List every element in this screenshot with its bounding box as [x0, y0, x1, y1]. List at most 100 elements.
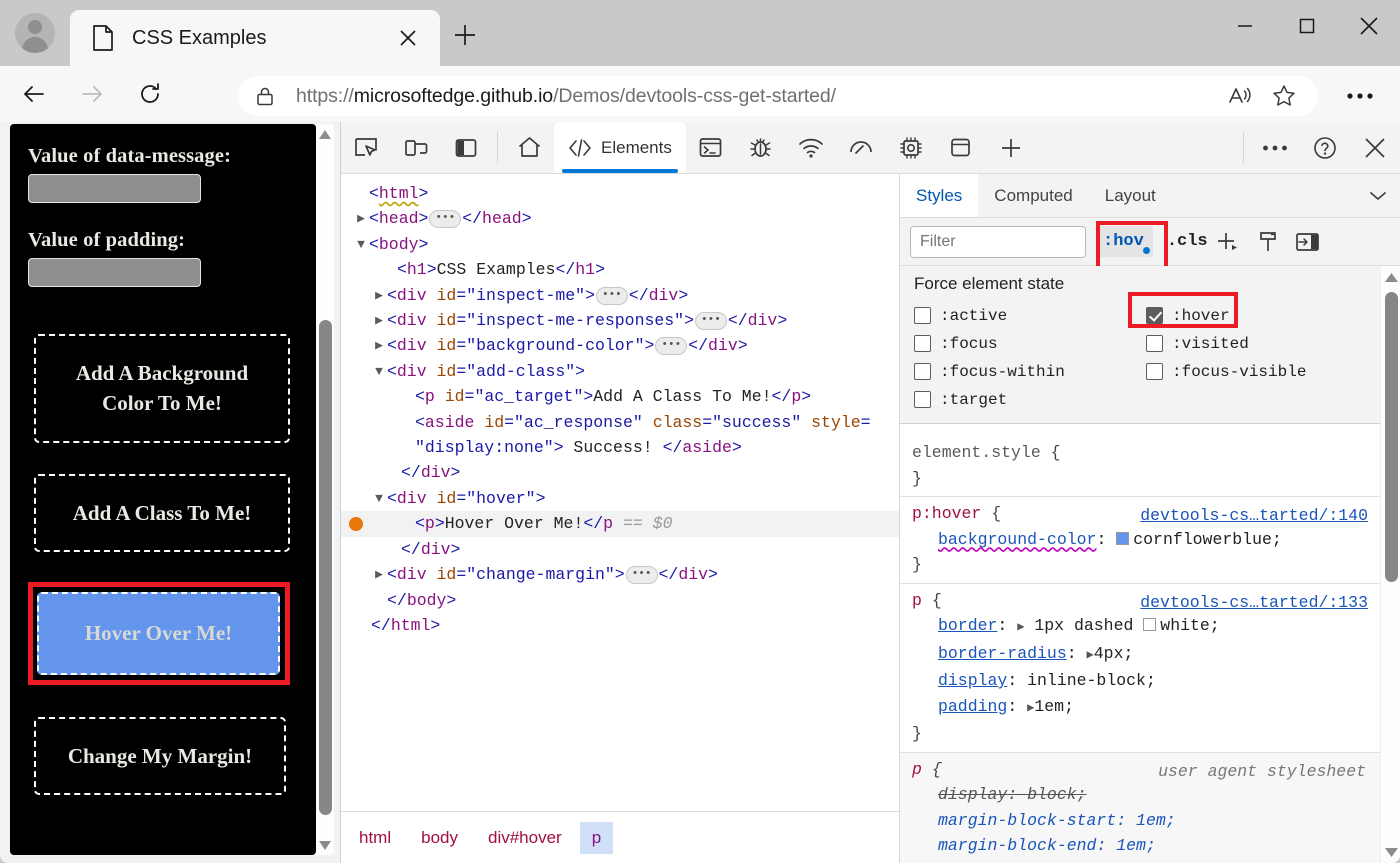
- scrollbar-thumb[interactable]: [1385, 292, 1398, 582]
- css-rule-user-agent[interactable]: p { user agent stylesheet display: block…: [900, 753, 1380, 863]
- collapsed-children-icon[interactable]: •••: [596, 287, 628, 305]
- print-media-button[interactable]: [1248, 225, 1288, 259]
- dom-line-selected[interactable]: <p>Hover Over Me!</p == $0: [341, 511, 899, 536]
- dom-line[interactable]: "display:none"> Success! </aside>: [341, 435, 899, 460]
- css-declaration[interactable]: background-color: cornflowerblue;: [912, 527, 1380, 553]
- checkbox-unchecked-icon[interactable]: [1146, 363, 1163, 380]
- page-scrollbar[interactable]: [316, 124, 334, 855]
- welcome-home-button[interactable]: [504, 122, 554, 173]
- add-panel-button[interactable]: [986, 122, 1036, 173]
- dom-line[interactable]: ▼<body>: [341, 232, 899, 257]
- tab-network[interactable]: [786, 122, 836, 173]
- dom-line[interactable]: ▶<head>•••</head>: [341, 206, 899, 231]
- force-state-toggle-button[interactable]: :hov: [1096, 226, 1153, 257]
- breadcrumb-item-html[interactable]: html: [347, 822, 403, 854]
- checkbox-unchecked-icon[interactable]: [914, 363, 931, 380]
- dom-line[interactable]: </div>: [341, 537, 899, 562]
- declaration-value[interactable]: inline-block: [1027, 671, 1146, 690]
- rule-source-link[interactable]: devtools-cs…tarted/:133: [1140, 590, 1368, 616]
- dock-side-button[interactable]: [441, 122, 491, 173]
- scroll-down-icon[interactable]: [1381, 841, 1400, 863]
- forward-button[interactable]: [68, 74, 116, 114]
- force-state-visited[interactable]: :visited: [1146, 330, 1400, 357]
- data-message-input[interactable]: [28, 174, 201, 203]
- dom-line[interactable]: ▶<div id="inspect-me">•••</div>: [341, 283, 899, 308]
- tab-elements[interactable]: Elements: [554, 122, 686, 173]
- tab-debugger[interactable]: [736, 122, 786, 173]
- scrollbar-thumb[interactable]: [319, 320, 332, 815]
- css-rule-element-style[interactable]: element.style { }: [900, 436, 1380, 497]
- devtools-more-button[interactable]: [1250, 122, 1300, 173]
- dom-line[interactable]: </html>: [341, 613, 899, 638]
- declaration-property[interactable]: margin-block-end: [938, 836, 1096, 855]
- force-state-focus-visible[interactable]: :focus-visible: [1146, 358, 1400, 385]
- force-state-focus-within[interactable]: :focus-within: [914, 358, 1146, 385]
- tab-console[interactable]: [686, 122, 736, 173]
- css-rule-p[interactable]: p { devtools-cs…tarted/:133 border: ▶ 1p…: [900, 584, 1380, 753]
- favorite-button[interactable]: [1262, 78, 1306, 114]
- add-class-box[interactable]: Add A Class To Me!: [34, 474, 290, 552]
- rule-selector[interactable]: p: [912, 760, 922, 779]
- force-state-target[interactable]: :target: [914, 386, 1146, 413]
- css-declaration[interactable]: margin-inline-start: 0px;: [912, 859, 1380, 863]
- tab-memory[interactable]: [886, 122, 936, 173]
- dom-line[interactable]: ▶<div id="change-margin">•••</div>: [341, 562, 899, 587]
- dom-line[interactable]: </body>: [341, 588, 899, 613]
- css-declaration[interactable]: display: inline-block;: [912, 668, 1380, 694]
- collapsed-children-icon[interactable]: •••: [626, 566, 658, 584]
- dom-tree[interactable]: <html> ▶<head>•••</head> ▼<body> <h1>CSS…: [341, 174, 899, 811]
- styles-more-tabs-button[interactable]: [1356, 174, 1400, 217]
- scroll-up-icon[interactable]: [316, 124, 334, 144]
- css-declaration[interactable]: margin-block-end: 1em;: [912, 833, 1380, 859]
- color-swatch[interactable]: [1143, 618, 1156, 631]
- scroll-down-icon[interactable]: [316, 835, 334, 855]
- dom-line[interactable]: ▶<div id="background-color">•••</div>: [341, 333, 899, 358]
- tab-close-icon[interactable]: [394, 24, 422, 52]
- collapsed-children-icon[interactable]: •••: [695, 312, 727, 330]
- new-tab-button[interactable]: [444, 14, 486, 56]
- declaration-property[interactable]: padding: [938, 697, 1007, 716]
- rule-selector[interactable]: element.style: [912, 443, 1041, 462]
- add-background-color-box[interactable]: Add A Background Color To Me!: [34, 334, 290, 443]
- change-margin-box[interactable]: Change My Margin!: [34, 717, 286, 795]
- new-style-rule-button[interactable]: [1208, 225, 1248, 259]
- declaration-value[interactable]: 1em: [1034, 697, 1064, 716]
- devtools-help-button[interactable]: [1300, 122, 1350, 173]
- dom-line[interactable]: ▶<div id="inspect-me-responses">•••</div…: [341, 308, 899, 333]
- devtools-close-button[interactable]: [1350, 122, 1400, 173]
- scroll-up-icon[interactable]: [1381, 266, 1400, 288]
- breadcrumb-item-div-hover[interactable]: div#hover: [476, 822, 574, 854]
- styles-filter-input[interactable]: [910, 226, 1086, 258]
- css-declaration[interactable]: padding: ▶1em;: [912, 694, 1380, 722]
- hover-over-me-box[interactable]: Hover Over Me!: [37, 592, 280, 674]
- padding-input[interactable]: [28, 258, 201, 287]
- rule-selector[interactable]: p:hover: [912, 504, 981, 523]
- rule-selector[interactable]: p: [912, 591, 922, 610]
- color-swatch[interactable]: [1116, 532, 1129, 545]
- declaration-property[interactable]: background-color: [938, 530, 1096, 549]
- tab-styles[interactable]: Styles: [900, 174, 978, 217]
- declaration-value[interactable]: 1em: [1136, 811, 1166, 830]
- declaration-property[interactable]: border-radius: [938, 644, 1067, 663]
- css-declaration[interactable]: display: block;: [912, 782, 1380, 808]
- tab-layout[interactable]: Layout: [1089, 174, 1172, 217]
- declaration-value[interactable]: block: [1027, 785, 1077, 804]
- css-declaration[interactable]: border: ▶ 1px dashed white;: [912, 613, 1380, 641]
- declaration-property[interactable]: display: [938, 785, 1007, 804]
- checkbox-unchecked-icon[interactable]: [914, 335, 931, 352]
- reload-button[interactable]: [126, 74, 174, 114]
- breadcrumb-item-p[interactable]: p: [580, 822, 613, 854]
- force-state-hover[interactable]: :hover: [1146, 302, 1400, 329]
- declaration-property[interactable]: border: [938, 616, 997, 635]
- dom-line[interactable]: <p id="ac_target">Add A Class To Me!</p>: [341, 384, 899, 409]
- window-close-button[interactable]: [1338, 0, 1400, 52]
- maximize-button[interactable]: [1276, 0, 1338, 52]
- css-declaration[interactable]: border-radius: ▶4px;: [912, 641, 1380, 669]
- dom-line[interactable]: <aside id="ac_response" class="success" …: [341, 410, 899, 435]
- dom-line[interactable]: </div>: [341, 460, 899, 485]
- declaration-property[interactable]: display: [938, 671, 1007, 690]
- profile-button[interactable]: [12, 10, 58, 56]
- dom-line[interactable]: <html>: [341, 181, 899, 206]
- breadcrumb-item-body[interactable]: body: [409, 822, 470, 854]
- dom-line[interactable]: <h1>CSS Examples</h1>: [341, 257, 899, 282]
